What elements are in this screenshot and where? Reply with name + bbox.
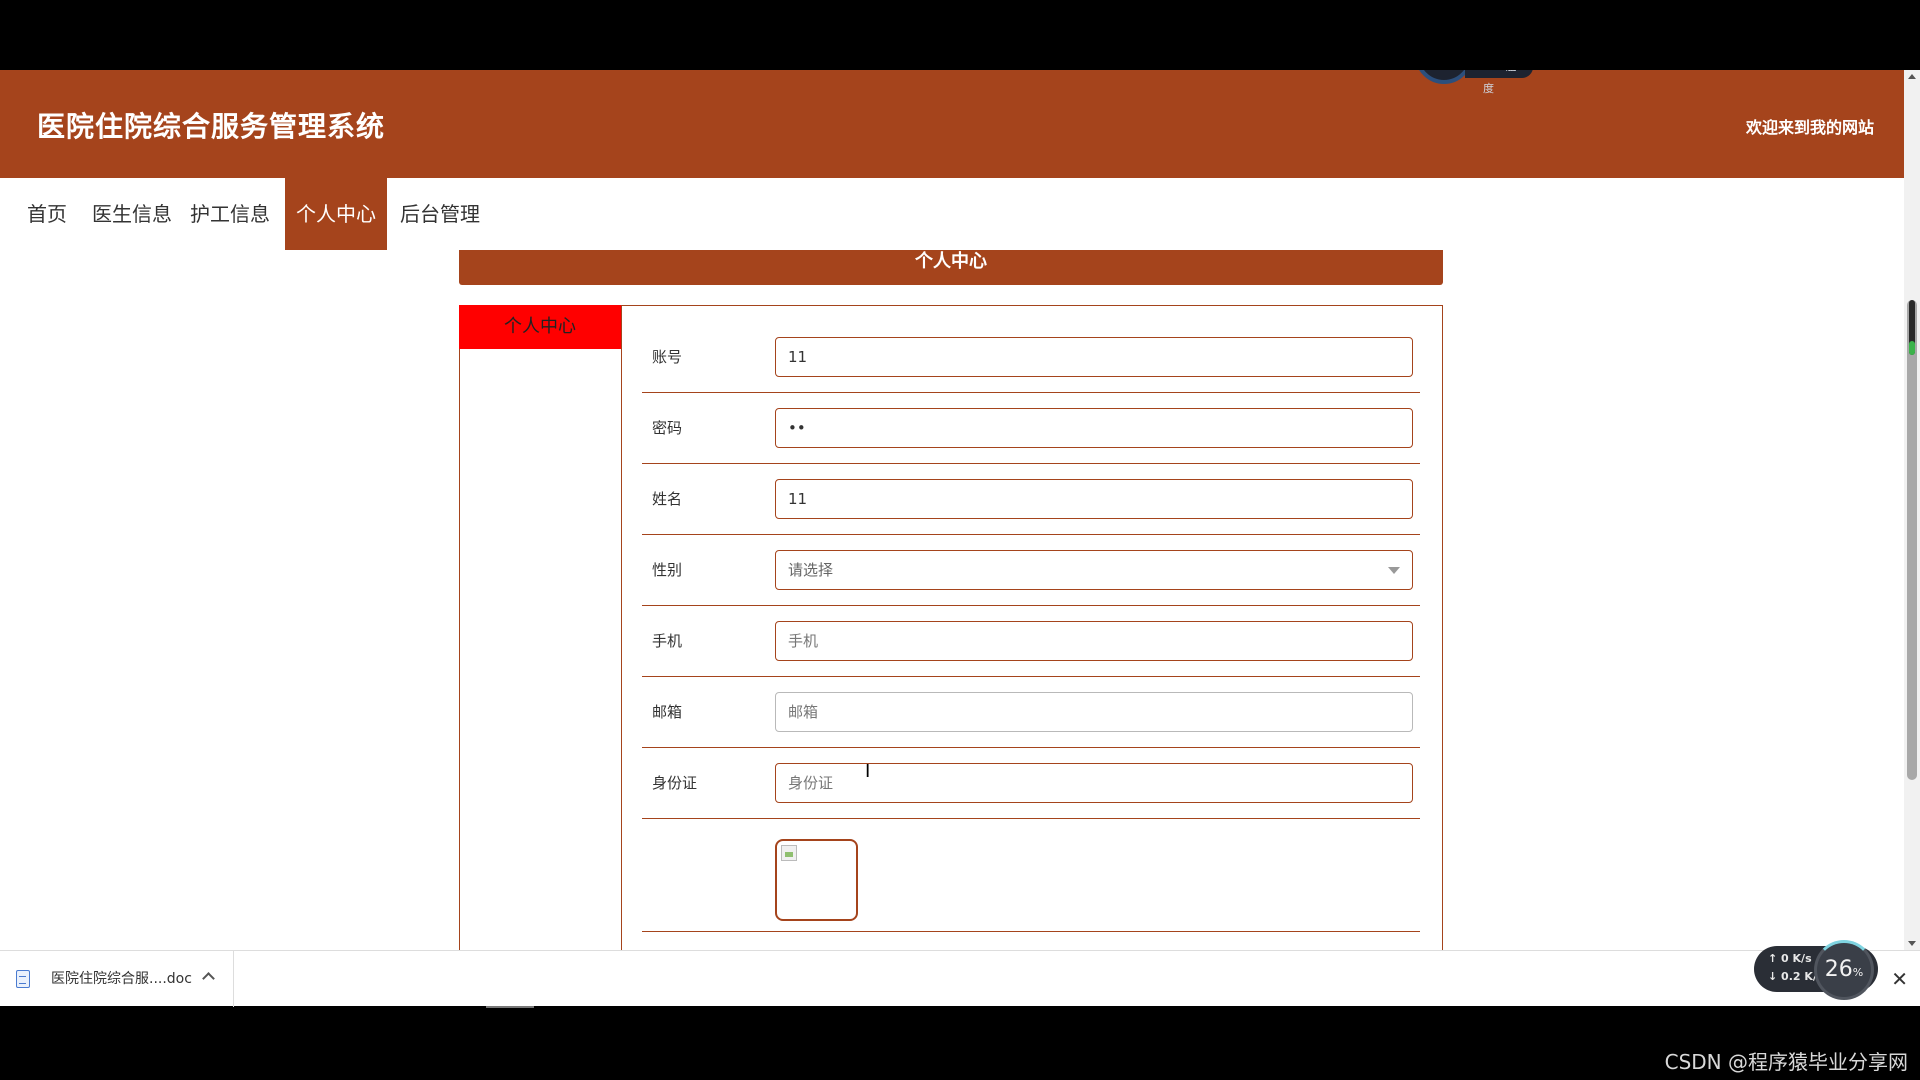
page-scrollbar[interactable] <box>1904 70 1920 950</box>
cpu-temperature-widget[interactable]: CPU温度 <box>1415 70 1533 95</box>
chevron-up-icon[interactable] <box>202 972 215 985</box>
account-label: 账号 <box>652 348 683 366</box>
email-input[interactable] <box>775 692 1413 732</box>
taskbar-indicator <box>486 1006 534 1008</box>
nav-item-personal-center[interactable]: 个人中心 <box>285 178 387 250</box>
phone-input[interactable] <box>775 621 1413 661</box>
personal-center-panel: 个人中心 账号 密码 姓名 性别 请选择 <box>459 305 1443 950</box>
form-row-gender: 性别 请选择 <box>642 535 1420 606</box>
form-row-idcard: 身份证 <box>642 748 1420 819</box>
cpu-label: CPU温度 <box>1465 70 1533 95</box>
gender-select[interactable]: 请选择 <box>775 550 1413 590</box>
document-icon <box>16 970 30 988</box>
nav-item-home[interactable]: 首页 <box>16 178 78 250</box>
email-label: 邮箱 <box>652 703 683 721</box>
text-cursor-icon: I <box>865 761 871 782</box>
side-tab-personal-center[interactable]: 个人中心 <box>459 305 621 349</box>
side-divider <box>621 305 622 950</box>
download-item[interactable]: 医院住院综合服....doc <box>0 951 234 1007</box>
form-row-account: 账号 <box>642 322 1420 393</box>
welcome-text: 欢迎来到我的网站 <box>1745 118 1874 137</box>
screen: 医院住院综合服务管理系统 CPU温度 欢迎来到我的网站 首页 医生信息 护工信息… <box>0 0 1920 1080</box>
idcard-label: 身份证 <box>652 774 698 792</box>
gender-select-value: 请选择 <box>788 561 834 579</box>
usage-percent-unit: % <box>1852 966 1864 979</box>
section-title-bar: 个人中心 <box>459 250 1443 285</box>
site-title: 医院住院综合服务管理系统 <box>37 110 386 143</box>
download-bar: 医院住院综合服....doc ✕ <box>0 950 1920 1007</box>
chevron-down-icon <box>1388 567 1400 574</box>
browser-page: 医院住院综合服务管理系统 CPU温度 欢迎来到我的网站 首页 医生信息 护工信息… <box>0 70 1904 950</box>
phone-label: 手机 <box>652 632 683 650</box>
usage-percent-value: 26 <box>1824 957 1853 982</box>
usage-percent-gauge[interactable]: 26% <box>1814 940 1874 1000</box>
scroll-indicator-icon <box>1909 300 1915 355</box>
watermark: CSDN @程序猿毕业分享网 <box>1664 1050 1908 1074</box>
site-header: 医院住院综合服务管理系统 CPU温度 欢迎来到我的网站 <box>0 70 1904 178</box>
name-input[interactable] <box>775 479 1413 519</box>
password-input[interactable] <box>775 408 1413 448</box>
nav-item-doctor-info[interactable]: 医生信息 <box>86 178 178 250</box>
avatar-upload[interactable] <box>775 839 858 921</box>
scrollbar-thumb[interactable] <box>1907 300 1917 780</box>
form-row-avatar <box>642 819 1420 932</box>
main-nav: 首页 医生信息 护工信息 个人中心 后台管理 <box>0 178 1904 250</box>
scroll-down-arrow-icon[interactable] <box>1908 941 1916 946</box>
scroll-up-arrow-icon[interactable] <box>1908 74 1916 79</box>
nav-item-caregiver-info[interactable]: 护工信息 <box>186 178 274 250</box>
password-label: 密码 <box>652 419 683 437</box>
form-row-password: 密码 <box>642 393 1420 464</box>
form-row-phone: 手机 <box>642 606 1420 677</box>
form-row-email: 邮箱 <box>642 677 1420 748</box>
download-file-name: 医院住院综合服....doc <box>51 971 192 987</box>
close-icon[interactable]: ✕ <box>1891 951 1908 1007</box>
account-input[interactable] <box>775 337 1413 377</box>
form-row-name: 姓名 <box>642 464 1420 535</box>
gender-label: 性别 <box>652 561 683 579</box>
upload-speed: ↑ 0 K/s <box>1768 952 1812 965</box>
nav-item-admin[interactable]: 后台管理 <box>394 178 486 250</box>
broken-image-icon <box>781 845 797 861</box>
name-label: 姓名 <box>652 490 683 508</box>
